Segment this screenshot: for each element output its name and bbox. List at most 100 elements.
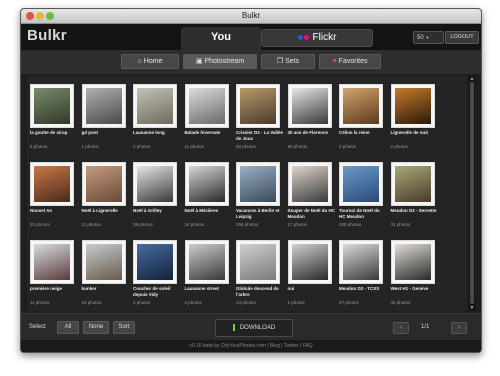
set-thumbnail[interactable] <box>133 84 177 128</box>
chevron-down-icon: ▼ <box>425 35 430 40</box>
set-thumbnail[interactable] <box>81 162 126 206</box>
set-card[interactable]: Noël à Lignerolle 11 photos <box>81 162 130 230</box>
set-card[interactable]: oui 1 photos <box>287 240 336 308</box>
set-thumbnail[interactable] <box>133 240 177 284</box>
prev-page-button[interactable]: < <box>393 322 409 334</box>
scrollbar-thumb[interactable] <box>470 82 474 304</box>
set-card[interactable]: Coucher de soleil depuis Vidy 3 photos <box>133 240 181 308</box>
set-card[interactable]: Lignerolle de nuit 2 photos <box>390 84 439 152</box>
set-thumbnail[interactable] <box>133 162 177 206</box>
sets-grid: la goutte de sirop 5 photos gd pont 1 photo… <box>27 76 467 311</box>
set-card[interactable]: 30 ans de Florence 90 photos <box>287 84 336 152</box>
nav-home-label: Home <box>143 58 163 65</box>
set-card[interactable]: gd pont 1 photos <box>81 84 130 152</box>
set-photo-count: 1 photos <box>81 144 99 149</box>
set-card[interactable]: West H1 - Genève 43 photos <box>390 240 439 308</box>
nav-photostream[interactable]: ▣ Photostream <box>183 54 257 69</box>
set-photo <box>137 166 173 202</box>
set-thumbnail[interactable] <box>30 240 74 284</box>
set-thumbnail[interactable] <box>30 84 74 128</box>
set-card[interactable]: Souper de Noël du HC Meudon 17 photos <box>287 162 336 230</box>
set-title: West H1 - Genève <box>390 286 429 291</box>
set-photo-count: 11 photos <box>81 222 101 227</box>
set-thumbnail[interactable] <box>287 162 332 206</box>
set-photo-count: 1 photos <box>287 300 305 305</box>
set-photo <box>34 166 70 202</box>
set-photo <box>188 88 225 124</box>
set-thumbnail[interactable] <box>390 84 435 128</box>
set-thumbnail[interactable] <box>184 240 229 284</box>
download-button[interactable]: DOWNLOAD <box>215 319 293 337</box>
set-card[interactable]: Céline la reine 2 photos <box>339 84 387 152</box>
set-thumbnail[interactable] <box>236 84 280 128</box>
page-size-value: 50 <box>417 35 424 41</box>
set-card[interactable]: Lausanne long 2 photos <box>133 84 181 152</box>
set-thumbnail[interactable] <box>184 162 229 206</box>
set-thumbnail[interactable] <box>81 84 126 128</box>
set-photo-count: 34 photos <box>184 222 205 227</box>
set-thumbnail[interactable] <box>287 240 332 284</box>
tab-flickr[interactable]: Flickr <box>261 29 373 47</box>
set-thumbnail[interactable] <box>236 162 280 206</box>
set-card[interactable]: Globule descend de l'arbre 14 photos <box>236 240 284 308</box>
set-title: Tournoi de Noël du HC Meudon <box>339 208 380 219</box>
nav-sets[interactable]: ❐ Sets <box>261 54 315 69</box>
set-title: Noël à Grilley <box>133 208 162 213</box>
set-photo-count: 3 photos <box>184 300 202 305</box>
set-card[interactable]: Noël à Grilley 39 photos <box>133 162 181 230</box>
sort-button[interactable]: Sort <box>113 321 135 334</box>
set-card[interactable]: Lausanne street 3 photos <box>184 240 233 308</box>
set-card[interactable]: la goutte de sirop 5 photos <box>30 84 78 152</box>
set-card[interactable]: première neige 11 photos <box>30 240 78 308</box>
set-photo <box>343 88 379 124</box>
set-card[interactable]: Noël à Mézières 34 photos <box>184 162 233 230</box>
logout-button[interactable]: LOGOUT <box>445 31 479 44</box>
nav-favorites[interactable]: ♥ Favorites <box>319 54 381 69</box>
set-thumbnail[interactable] <box>390 162 435 206</box>
set-photo-count: 5 photos <box>30 144 48 149</box>
set-thumbnail[interactable] <box>184 84 229 128</box>
select-none-button[interactable]: None <box>83 321 109 334</box>
set-card[interactable]: Tournoi de Noël du HC Meudon 108 photos <box>339 162 387 230</box>
set-title: Meudon D2 - Servette <box>390 208 437 213</box>
tab-you[interactable]: You <box>181 27 261 50</box>
set-card[interactable]: Meudon D2 - TCSS 47 photos <box>339 240 387 308</box>
tab-flickr-label: Flickr <box>312 32 337 43</box>
set-photo <box>291 244 328 280</box>
set-card[interactable]: Balade hivernale 11 photos <box>184 84 233 152</box>
page-size-select[interactable]: 50 ▼ <box>413 31 444 44</box>
set-thumbnail[interactable] <box>30 162 74 206</box>
set-photo-count: 31 photos <box>390 222 411 227</box>
set-photo-count: 108 photos <box>339 222 362 227</box>
set-thumbnail[interactable] <box>236 240 280 284</box>
set-title: Balade hivernale <box>184 130 221 135</box>
set-thumbnail[interactable] <box>81 240 126 284</box>
set-title: Coucher de soleil depuis Vidy <box>133 286 171 297</box>
next-page-button[interactable]: > <box>451 322 467 334</box>
set-thumbnail[interactable] <box>287 84 332 128</box>
title-bar: Bulkr <box>21 9 481 24</box>
set-thumbnail[interactable] <box>390 240 435 284</box>
set-photo <box>291 166 328 202</box>
set-thumbnail[interactable] <box>339 162 383 206</box>
set-photo <box>394 88 431 124</box>
set-thumbnail[interactable] <box>339 84 383 128</box>
set-photo-count: 2 photos <box>339 144 357 149</box>
set-title: Souper de Noël du HC Meudon <box>287 208 336 219</box>
set-photo-count: 14 photos <box>236 300 256 305</box>
set-card[interactable]: Crissier D2 - La Vallée de Joux 63 photos <box>236 84 284 152</box>
set-card[interactable]: Nouvel An 32 photos <box>30 162 78 230</box>
set-card[interactable]: bunker 10 photos <box>81 240 130 308</box>
nav-favorites-label: Favorites <box>338 58 368 65</box>
set-title: Nouvel An <box>30 208 53 213</box>
set-photo <box>188 166 225 202</box>
set-card[interactable]: Meudon D2 - Servette 31 photos <box>390 162 439 230</box>
nav-home[interactable]: ⌂ Home <box>121 54 179 69</box>
set-thumbnail[interactable] <box>339 240 383 284</box>
set-card[interactable]: Vacances à Berlin et Leipzig 266 photos <box>236 162 284 230</box>
select-all-button[interactable]: All <box>57 321 79 334</box>
app-window: Bulkr Bulkr You Flickr 50 ▼ LOGOUT ⌂ Home… <box>20 8 482 353</box>
scroll-down-icon[interactable]: ▼ <box>469 305 475 311</box>
scrollbar[interactable]: ▲ ▼ <box>469 76 475 311</box>
set-title: Lausanne street <box>184 286 220 291</box>
